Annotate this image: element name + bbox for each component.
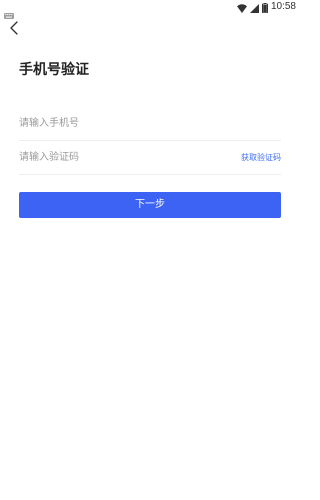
code-field-row: 获取验证码 xyxy=(19,141,281,175)
phone-field-row xyxy=(19,107,281,141)
phone-verification-screen: 10:58 手机号验证 获取验证码 下一步 xyxy=(0,0,300,500)
next-button[interactable]: 下一步 xyxy=(19,192,281,218)
status-bar: 10:58 xyxy=(0,0,300,19)
signal-icon xyxy=(249,0,259,17)
wifi-icon xyxy=(236,0,247,17)
back-button[interactable] xyxy=(5,20,23,38)
page-title: 手机号验证 xyxy=(19,62,89,78)
chevron-left-icon xyxy=(9,20,19,39)
keyboard-icon xyxy=(4,4,14,19)
phone-input[interactable] xyxy=(19,107,219,140)
status-time: 10:58 xyxy=(270,1,296,12)
status-indicators: 10:58 xyxy=(236,1,296,13)
verification-code-input[interactable] xyxy=(19,141,219,174)
get-code-button[interactable]: 获取验证码 xyxy=(241,141,281,174)
battery-icon xyxy=(261,0,268,17)
